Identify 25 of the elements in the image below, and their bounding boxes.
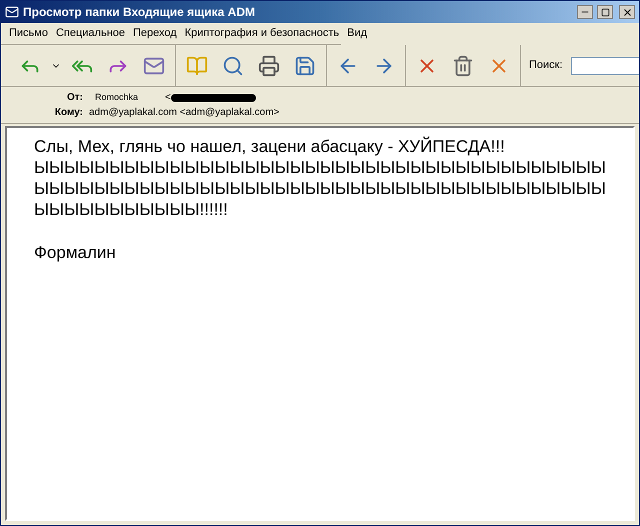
from-label: От: [66,91,83,105]
trash-icon [452,54,474,76]
app-icon [5,5,19,19]
menu-item[interactable]: Криптография и безопасность [184,25,340,42]
message-paragraph: Формалин [34,242,117,263]
maximize-button[interactable] [597,5,613,19]
menu-item[interactable]: Письмо [9,25,48,42]
sender-address: < [165,91,171,105]
menu-item[interactable]: Специальное [56,25,126,42]
message-paragraph: Слы, Мех, глянь чо нашел, зацени абасцаку - ХУЙПЕСДА!!! ЫЫЫЫЫЫЫЫЫЫЫЫЫЫЫЫЫЫЫЫЫЫЫЫЫЫЫЫЫЫЫЫЫЫЫЫЫЫЫЫЫЫЫЫЫЫЫЫЫЫЫЫЫЫЫЫЫЫЫЫЫЫЫЫЫЫЫЫЫЫЫЫЫЫЫЫЫЫЫЫЫЫЫЫЫЫЫ!!!!!! [34,136,607,220]
save-icon [294,54,316,76]
minimize-button[interactable] [577,5,593,19]
book-icon [186,54,208,76]
sender-name: Romochka [94,90,140,104]
window-title: Просмотр папки Входящие ящика ADM [23,4,256,21]
search-label: Поиск: [529,58,563,74]
to-label: Кому: [54,106,83,120]
maximize-icon [600,8,610,16]
recipient: adm@yaplakal.com <adm@yaplakal.com> [89,106,280,120]
printer-icon [258,54,280,76]
close-icon [622,6,632,18]
search-icon [222,54,244,76]
menu-item[interactable]: Переход [133,25,177,42]
menu-item[interactable]: Вид [347,25,368,42]
close-button[interactable] [619,5,635,19]
